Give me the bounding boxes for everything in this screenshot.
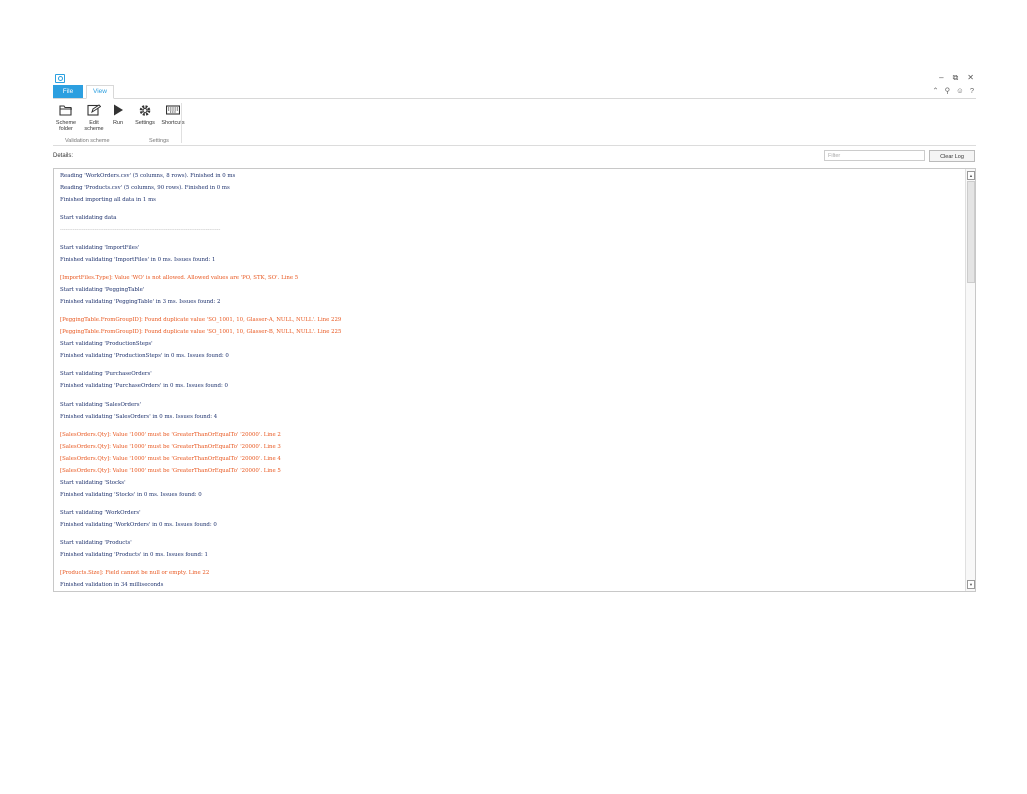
log-line: Finished validating 'PeggingTable' in 3 … [60, 299, 221, 305]
group-label-settings: Settings [149, 138, 169, 144]
scroll-up-icon[interactable]: ▲ [967, 171, 975, 180]
scrollbar-thumb[interactable] [967, 181, 975, 283]
log-error-line: [SalesOrders.Qty]: Value '1000' must be … [60, 456, 281, 462]
log-error-line: [ImportFiles.Type]: Value 'WO' is not al… [60, 275, 299, 281]
edit-icon [87, 104, 102, 117]
gear-icon [138, 104, 152, 117]
close-button[interactable]: ✕ [967, 73, 974, 83]
log-line: Start validating 'ProductionSteps' [60, 341, 153, 347]
edit-scheme-label: Edit scheme [84, 120, 104, 132]
play-icon [111, 104, 125, 117]
minimize-button[interactable]: – [939, 73, 943, 83]
run-button[interactable]: Run [110, 104, 126, 126]
log-output[interactable]: Reading 'WorkOrders.csv' (5 columns, 8 r… [53, 168, 976, 592]
log-error-line: [SalesOrders.Qty]: Value '1000' must be … [60, 444, 281, 450]
log-line: Start validating data [60, 215, 117, 221]
log-line: Start validating 'PurchaseOrders' [60, 371, 152, 377]
smiley-icon[interactable]: ☺ [956, 86, 964, 95]
restore-button[interactable]: ⧉ [953, 73, 959, 83]
log-line: Finished validating 'WorkOrders' in 0 ms… [60, 522, 217, 528]
app-icon [55, 74, 65, 83]
log-error-line: [PeggingTable.FromGroupID]: Found duplic… [60, 329, 342, 335]
keyboard-icon [165, 104, 181, 117]
title-bar: – ⧉ ✕ [53, 72, 976, 86]
scheme-folder-label: Scheme folder [55, 120, 77, 132]
log-line: Finished validating 'SalesOrders' in 0 m… [60, 414, 218, 420]
filter-input[interactable]: Filter [824, 150, 925, 161]
log-line: Start validating 'ImportFiles' [60, 245, 140, 251]
log-line: Finished validating 'PurchaseOrders' in … [60, 383, 228, 389]
tab-file[interactable]: File [53, 85, 83, 98]
log-line: Reading 'Products.csv' (5 columns, 90 ro… [60, 185, 230, 191]
log-line: Start validating 'Products' [60, 540, 132, 546]
group-label-validation: Validation scheme [65, 138, 110, 144]
log-line: Start validating 'Stocks' [60, 480, 126, 486]
log-line: Start validating 'PeggingTable' [60, 287, 145, 293]
edit-scheme-button[interactable]: Edit scheme [83, 104, 105, 132]
folder-icon [59, 104, 73, 117]
settings-label: Settings [135, 120, 155, 126]
vertical-scrollbar[interactable]: ▲ ▼ [965, 169, 975, 591]
shortcuts-button[interactable]: Shortcuts [159, 104, 187, 126]
ribbon-tabs: File View ⌃ ⚲ ☺ ? [53, 85, 976, 99]
run-label: Run [112, 120, 124, 126]
tab-view[interactable]: View [86, 85, 114, 99]
log-error-line: [Products.Size]: Field cannot be null or… [60, 570, 210, 576]
ribbon: Scheme folder Edit scheme Run Settings S… [53, 99, 976, 146]
details-label: Details: [53, 153, 74, 159]
settings-button[interactable]: Settings [133, 104, 157, 126]
log-error-line: [SalesOrders.Qty]: Value '1000' must be … [60, 468, 281, 474]
log-line: Finished validating 'ProductionSteps' in… [60, 353, 229, 359]
log-line: Start validating 'SalesOrders' [60, 402, 141, 408]
collapse-ribbon-icon[interactable]: ⌃ [932, 86, 938, 95]
log-line: ----------------------------------------… [60, 227, 221, 233]
scroll-down-icon[interactable]: ▼ [967, 580, 975, 589]
log-line: Finished validating 'Products' in 0 ms. … [60, 552, 208, 558]
window-controls: – ⧉ ✕ [939, 73, 974, 83]
log-error-line: [PeggingTable.FromGroupID]: Found duplic… [60, 317, 342, 323]
key-icon[interactable]: ⚲ [945, 86, 951, 95]
log-line: Finished validating 'Stocks' in 0 ms. Is… [60, 492, 202, 498]
log-line: Start validating 'WorkOrders' [60, 510, 141, 516]
help-icon[interactable]: ? [970, 86, 974, 95]
log-error-line: [SalesOrders.Qty]: Value '1000' must be … [60, 432, 281, 438]
log-line: Finished importing all data in 1 ms [60, 197, 156, 203]
scheme-folder-button[interactable]: Scheme folder [54, 104, 78, 132]
log-line: Finished validation in 34 milliseconds [60, 582, 164, 588]
app-window: – ⧉ ✕ File View ⌃ ⚲ ☺ ? Scheme folder Ed… [53, 72, 976, 592]
log-line: Reading 'WorkOrders.csv' (5 columns, 8 r… [60, 173, 236, 179]
ribbon-group-divider [181, 103, 182, 143]
ribbon-right-icons: ⌃ ⚲ ☺ ? [932, 86, 974, 95]
clear-log-button[interactable]: Clear Log [929, 150, 975, 162]
log-line: Finished validating 'ImportFiles' in 0 m… [60, 257, 216, 263]
